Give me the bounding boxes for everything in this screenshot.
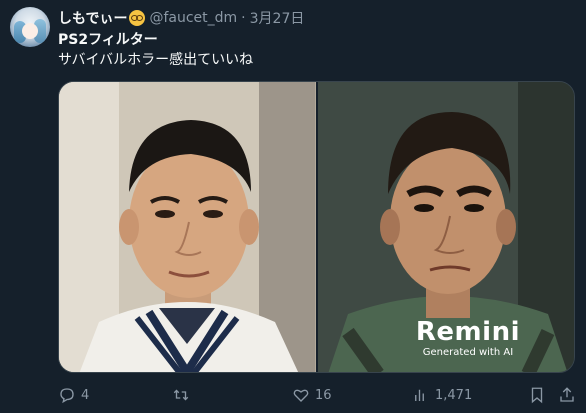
views-icon — [415, 389, 424, 401]
bookmark-button[interactable] — [528, 384, 551, 406]
views-button[interactable]: 1,471 — [412, 384, 472, 406]
tweet-actions: 4 16 1,471 — [58, 384, 578, 406]
view-count: 1,471 — [435, 387, 473, 403]
remini-watermark: Remini Generated with AI — [416, 318, 520, 358]
portrait-photo-image — [59, 82, 315, 372]
reply-button[interactable]: 4 — [58, 384, 89, 406]
share-icon — [560, 387, 574, 402]
avatar[interactable] — [10, 7, 50, 47]
like-icon — [293, 389, 309, 402]
photo-right[interactable]: Remini Generated with AI — [317, 82, 574, 372]
like-button[interactable]: 16 — [292, 384, 332, 406]
nerd-face-emoji-icon — [129, 10, 146, 26]
user-handle[interactable]: @faucet_dm — [149, 10, 237, 26]
display-name[interactable]: しもでぃー — [58, 8, 127, 28]
remini-caption: Generated with AI — [422, 347, 514, 358]
retweet-icon — [173, 389, 189, 401]
tweet-text-line2: サバイバルホラー感出ていいね — [58, 52, 254, 68]
tweet-text-line1: PS2フィルター — [58, 32, 158, 48]
tweet-date[interactable]: 3月27日 — [250, 8, 305, 28]
like-count: 16 — [315, 387, 332, 403]
bookmark-icon — [531, 387, 543, 404]
separator-dot: · — [241, 10, 246, 26]
reply-count: 4 — [81, 387, 90, 403]
media-grid: Remini Generated with AI — [58, 81, 575, 373]
tweet-header: しもでぃー @faucet_dm · 3月27日 — [58, 8, 304, 28]
share-button[interactable] — [558, 384, 581, 406]
photo-left[interactable] — [59, 82, 316, 372]
reply-icon — [60, 388, 74, 404]
remini-logo: Remini — [415, 317, 520, 347]
retweet-button[interactable] — [172, 384, 195, 406]
